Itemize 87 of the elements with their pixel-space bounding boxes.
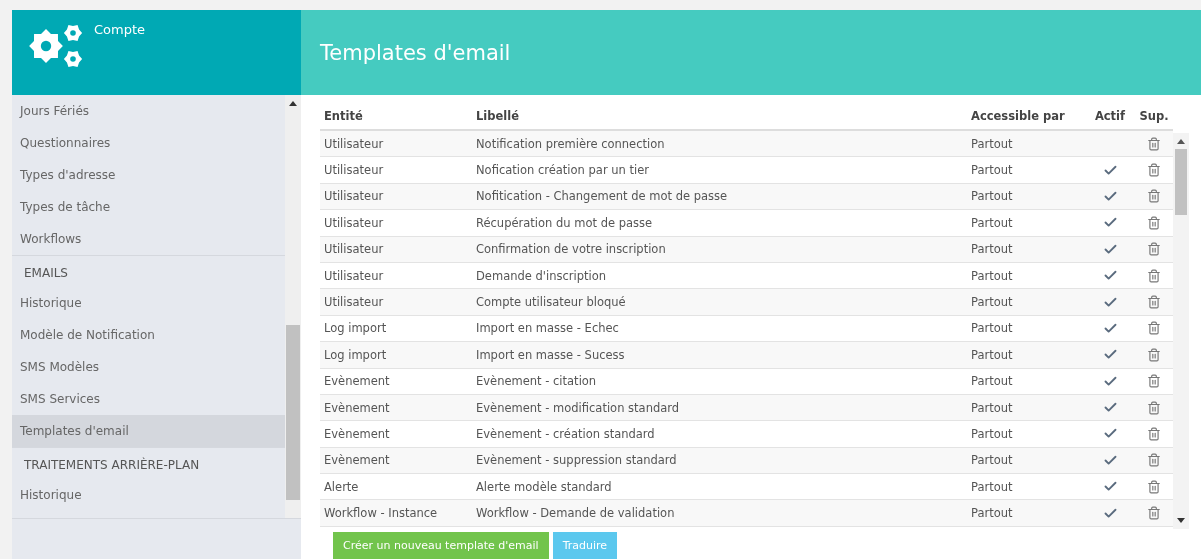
table-cell-text: Récupération du mot de passe	[475, 215, 654, 230]
table-cell-text: Partout	[970, 347, 1014, 362]
sidebar-item[interactable]: SMS Modèles	[12, 351, 285, 383]
table-cell-text: Notification première connection	[475, 136, 666, 151]
section-heading: TRAITEMENTS ARRIÈRE-PLAN	[23, 456, 201, 474]
trash-icon[interactable]	[1147, 242, 1161, 257]
trash-icon[interactable]	[1147, 215, 1161, 230]
table-cell-text: Workflow - Demande de validation	[475, 506, 676, 521]
table-cell-text: Partout	[970, 374, 1014, 389]
sidebar-item[interactable]: Questionnaires	[12, 127, 285, 159]
trash-icon[interactable]	[1147, 374, 1161, 389]
table-cell-text: Utilisateur	[323, 268, 385, 283]
table-cell-text: Alerte modèle standard	[475, 479, 613, 494]
scrollbar[interactable]	[285, 95, 301, 518]
trash-icon[interactable]	[1147, 189, 1161, 204]
table-cell-text: Utilisateur	[323, 163, 385, 178]
table-cell-text: Demande d'inscription	[475, 268, 607, 283]
table-cell-text: Evènement	[323, 400, 391, 415]
scroll-down-icon[interactable]	[1177, 518, 1185, 523]
table-cell-text: Nofication création par un tier	[475, 163, 650, 178]
scroll-thumb[interactable]	[286, 325, 300, 500]
table-cell-text: Evènement	[323, 453, 391, 468]
sidebar-item[interactable]: Historique	[12, 287, 285, 319]
table-cell-text: Utilisateur	[323, 215, 385, 230]
table-cell-text: Evènement - suppression standard	[475, 453, 678, 468]
sidebar-item[interactable]: Historique	[12, 479, 285, 511]
table-cell-text: Partout	[970, 189, 1014, 204]
table-cell-text: Partout	[970, 427, 1014, 441]
page-title: Templates d'email	[320, 40, 511, 65]
table-cell-text: Partout	[970, 453, 1014, 468]
scroll-thumb[interactable]	[1175, 149, 1187, 215]
table-cell-text: Partout	[970, 242, 1014, 257]
trash-icon[interactable]	[1147, 163, 1161, 178]
table-cell-text: Import en masse - Echec	[475, 321, 620, 336]
table-cell-text: Utilisateur	[323, 189, 385, 204]
table-cell-text: Compte utilisateur bloqué	[475, 295, 627, 310]
sidebar-item[interactable]: Types de tâche	[12, 191, 285, 223]
trash-icon[interactable]	[1147, 136, 1161, 151]
table-cell-text: Evènement	[323, 427, 391, 441]
column-header: Actif	[1093, 109, 1127, 123]
trash-icon[interactable]	[1147, 479, 1161, 494]
table-cell-text: Log import	[323, 347, 388, 362]
table-cell-text: Log import	[323, 321, 388, 336]
section-heading: EMAILS	[23, 265, 69, 282]
table-cell-text: Partout	[970, 295, 1014, 310]
table-cell-text: Utilisateur	[323, 242, 385, 257]
table-cell-text: Partout	[970, 506, 1014, 521]
table-cell-text: Workflow - Instance	[323, 506, 439, 521]
scroll-up-icon[interactable]	[1177, 139, 1185, 144]
trash-icon[interactable]	[1147, 400, 1161, 415]
trash-icon[interactable]	[1147, 453, 1161, 468]
table-cell-text: Confirmation de votre inscription	[475, 242, 667, 257]
sidebar-item[interactable]: SMS Services	[12, 383, 285, 415]
table-cell-text: Partout	[970, 215, 1014, 230]
trash-icon[interactable]	[1147, 427, 1161, 441]
table-cell-text: Evènement - citation	[475, 374, 598, 389]
table-cell-text: Alerte	[323, 479, 360, 494]
table-cell-text: Utilisateur	[323, 136, 385, 151]
table-cell-text: Utilisateur	[323, 295, 385, 310]
sidebar-item[interactable]: Workflows	[12, 223, 285, 255]
table-cell-text: Evènement - modification standard	[475, 400, 681, 415]
table-cell-text: Evènement - création standard	[475, 427, 656, 441]
sidebar-item[interactable]: Jours Fériés	[12, 95, 285, 127]
trash-icon[interactable]	[1147, 321, 1161, 336]
column-header: Accessible par	[970, 109, 1066, 123]
table-cell-text: Partout	[970, 400, 1014, 415]
sidebar-title: Compte	[94, 22, 146, 37]
trash-icon[interactable]	[1147, 268, 1161, 283]
sidebar-item[interactable]: Modèle de Notification	[12, 319, 285, 351]
table-cell-text: Import en masse - Sucess	[475, 347, 626, 362]
table-cell-text: Evènement	[323, 374, 391, 389]
table-cell-text: Partout	[970, 163, 1014, 178]
trash-icon[interactable]	[1147, 295, 1161, 310]
table-cell-text: Nofitication - Changement de mot de passe	[475, 189, 729, 204]
scroll-up-icon[interactable]	[289, 101, 297, 106]
table-cell-text: Partout	[970, 268, 1014, 283]
column-header: Entité	[323, 109, 364, 123]
trash-icon[interactable]	[1147, 506, 1161, 521]
sidebar-item[interactable]: Templates d'email	[12, 415, 285, 447]
trash-icon[interactable]	[1147, 347, 1161, 362]
column-header: Libellé	[475, 109, 520, 123]
sidebar-item[interactable]: Types d'adresse	[12, 159, 285, 191]
column-header: Sup.	[1138, 109, 1170, 123]
table-cell-text: Partout	[970, 321, 1014, 336]
table-cell-text: Partout	[970, 136, 1014, 151]
scrollbar[interactable]	[1173, 133, 1189, 529]
table-cell-text: Partout	[970, 479, 1014, 494]
